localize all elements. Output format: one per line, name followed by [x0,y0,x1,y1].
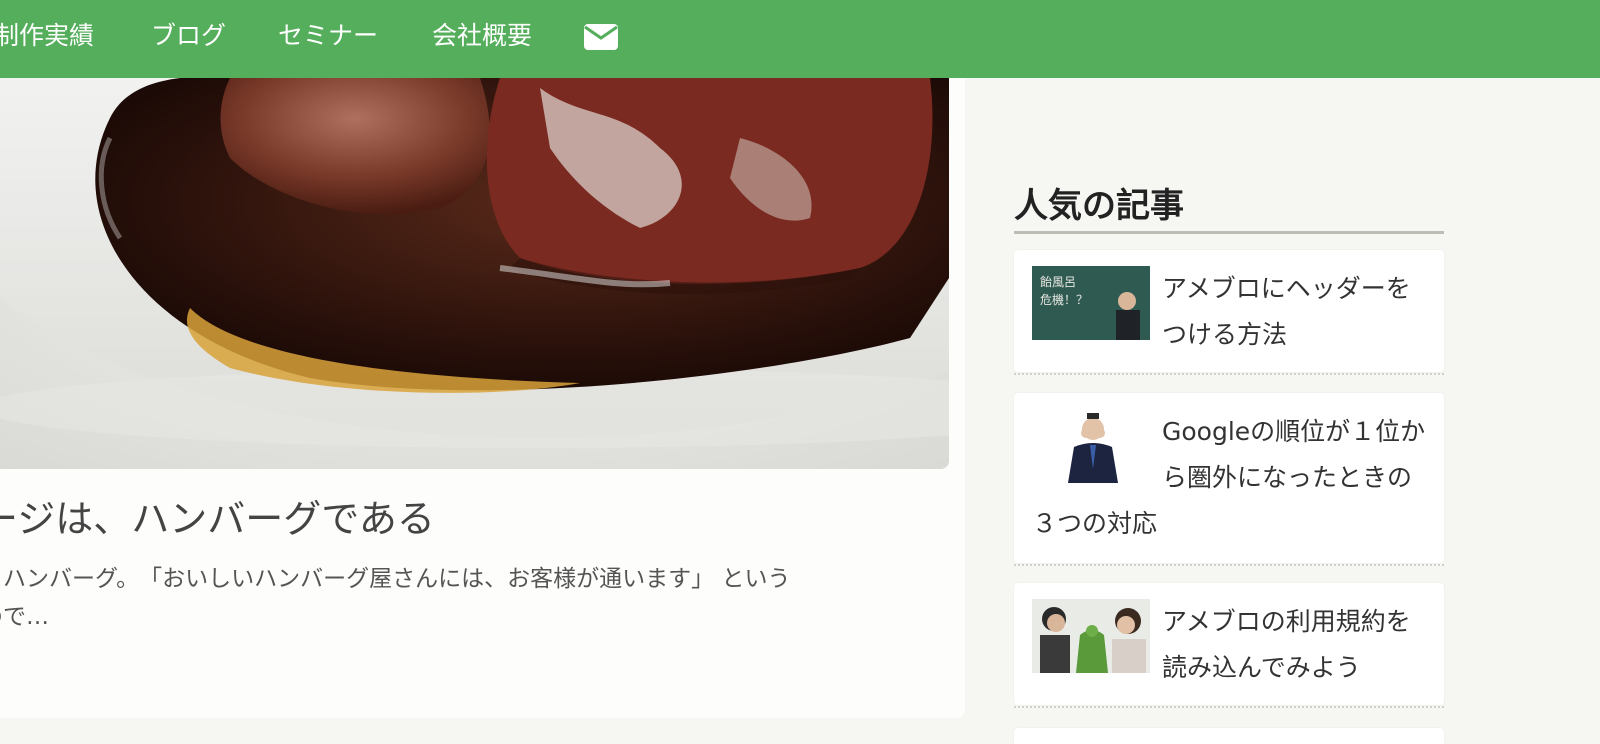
popular-item[interactable] [1014,728,1444,744]
envelope-icon[interactable] [584,24,618,50]
nav-item-company[interactable]: 会社概要 [432,0,532,72]
article-thumbnail[interactable]: 飴風呂 危機！？ [1032,266,1150,340]
svg-text:危機！？: 危機！？ [1040,292,1088,307]
nav-item-works[interactable]: 制作実績 [0,0,94,72]
article-thumbnail[interactable] [1032,409,1150,483]
article-hero-image[interactable] [0,78,949,469]
popular-item[interactable]: アメブロの利用規約を読み込んでみよう [1014,583,1444,708]
article-excerpt: 、ハンバーグ。 「おいしいハンバーグ屋さんには、お客様が通います」 という ので… [0,566,791,630]
popular-articles-heading: 人気の記事 [1014,180,1444,234]
sidebar-popular: 人気の記事 飴風呂 危機！？ アメブロにヘッダーをつける方法 Googleの順位… [1014,180,1444,744]
svg-text:飴風呂: 飴風呂 [1040,274,1076,289]
article-title[interactable]: ージは、ハンバーグである [0,488,930,543]
popular-item[interactable]: 飴風呂 危機！？ アメブロにヘッダーをつける方法 [1014,250,1444,375]
popular-item[interactable]: Googleの順位が１位から圏外になったときの３つの対応 [1014,393,1444,566]
article-card[interactable]: ージは、ハンバーグである 、ハンバーグ。 「おいしいハンバーグ屋さんには、お客様… [0,78,965,718]
nav-item-seminar[interactable]: セミナー [278,0,378,72]
article-thumbnail[interactable] [1032,599,1150,673]
top-navigation: 制作実績 ブログ セミナー 会社概要 [0,0,1600,78]
nav-item-blog[interactable]: ブログ [151,0,226,72]
